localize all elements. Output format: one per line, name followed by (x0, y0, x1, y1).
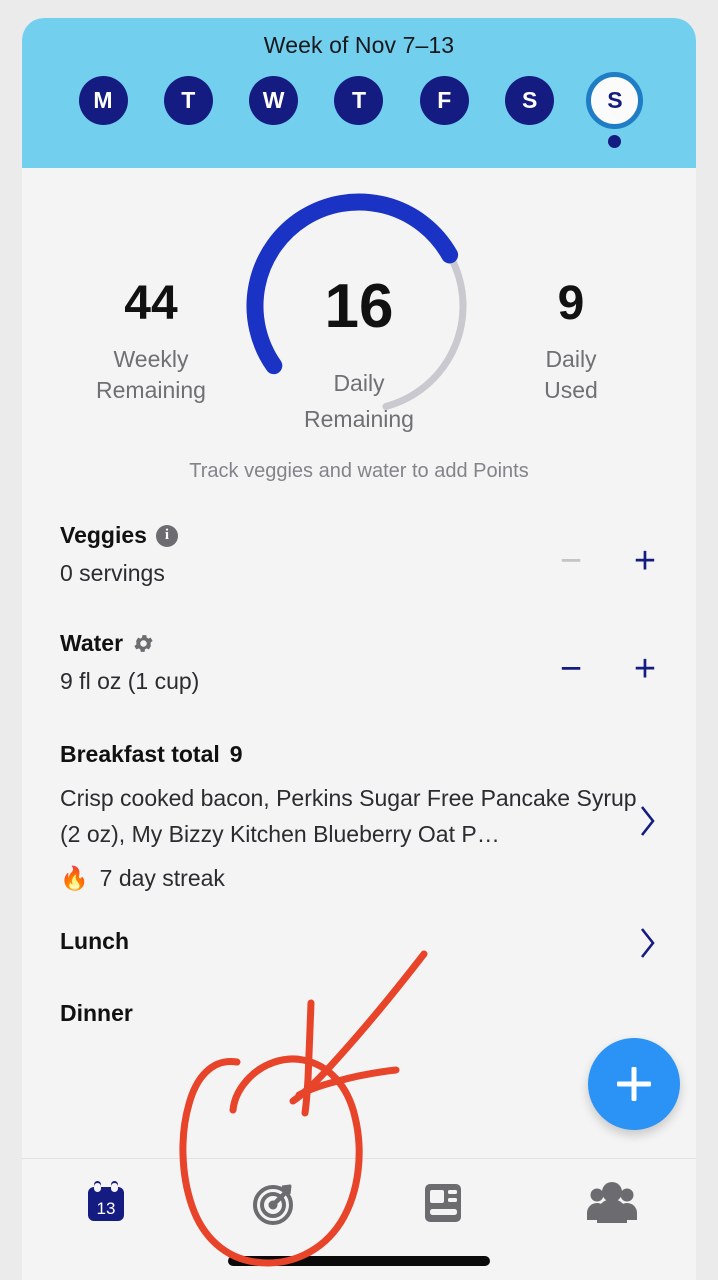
tracker-list: Veggies i 0 servings − + Water 9 fl oz (… (22, 522, 696, 1027)
meal-row-lunch[interactable]: Lunch (22, 927, 696, 958)
day-letter: M (78, 76, 128, 125)
veggies-label: Veggies (60, 522, 147, 548)
veggies-increment-button[interactable]: + (628, 542, 662, 580)
breakfast-items: Crisp cooked bacon, Perkins Sugar Free P… (60, 785, 637, 848)
water-decrement-button[interactable]: − (554, 650, 588, 688)
day-selector: M T W T F S S (22, 72, 696, 148)
weekly-remaining-value: 44 (124, 277, 178, 330)
water-label: Water (60, 630, 124, 656)
day-pill-thursday[interactable]: T (333, 76, 385, 148)
dinner-label: Dinner (60, 999, 133, 1026)
calendar-day-number: 13 (97, 1199, 116, 1218)
plus-icon (617, 1067, 651, 1101)
day-letter: W (249, 76, 299, 125)
day-pill-sunday[interactable]: S (586, 72, 644, 148)
water-increment-button[interactable]: + (628, 650, 662, 688)
lunch-chevron-icon[interactable] (638, 926, 658, 965)
breakfast-title-wrap: Breakfast total 9 (60, 741, 658, 768)
day-letter: S (586, 72, 644, 129)
weekly-remaining-label: Weekly Remaining (96, 346, 206, 404)
breakfast-chevron-icon[interactable] (638, 804, 658, 843)
veggies-decrement-button[interactable]: − (554, 542, 588, 580)
flame-icon: 🔥 (60, 864, 89, 891)
tracker-row-water: Water 9 fl oz (1 cup) − + (22, 630, 696, 695)
day-pill-monday[interactable]: M (77, 76, 129, 148)
home-indicator (228, 1256, 490, 1266)
day-letter: T (163, 76, 213, 125)
weekly-remaining-stat: 44 Weekly Remaining (66, 280, 236, 406)
daily-used-label: Daily Used (544, 346, 598, 404)
calendar-icon: 13 (88, 1181, 125, 1221)
water-stepper: − + (554, 650, 662, 688)
breakfast-streak: 🔥 7 day streak (60, 865, 658, 892)
tracker-row-veggies: Veggies i 0 servings − + (22, 522, 696, 587)
article-icon (425, 1184, 462, 1222)
lunch-label: Lunch (60, 927, 129, 954)
week-title: Week of Nov 7–13 (263, 32, 455, 58)
phone-screen: Week of Nov 7–13 M T W T F S S 44 Weekly… (22, 18, 696, 1280)
target-icon (252, 1184, 293, 1225)
day-letter: T (334, 76, 384, 125)
week-header: Week of Nov 7–13 M T W T F S S (22, 18, 696, 168)
nav-item-community[interactable] (528, 1177, 697, 1229)
gear-icon-svg (134, 635, 153, 652)
day-pill-friday[interactable]: F (418, 76, 470, 148)
daily-remaining-value: 16 (324, 272, 394, 341)
community-icon (586, 1182, 637, 1223)
info-icon[interactable]: i (155, 524, 178, 547)
breakfast-points: 9 (229, 741, 243, 767)
day-letter: F (419, 76, 469, 125)
nav-item-articles[interactable] (359, 1177, 528, 1229)
daily-remaining-label: Daily Remaining (304, 370, 414, 432)
streak-label: 7 day streak (99, 864, 225, 891)
add-food-fab[interactable] (588, 1038, 680, 1130)
daily-used-stat: 9 Daily Used (486, 280, 656, 406)
gear-icon[interactable] (132, 632, 155, 655)
nav-item-calendar[interactable]: 13 (22, 1177, 191, 1229)
veggies-stepper: − + (554, 542, 662, 580)
nav-item-plan[interactable] (191, 1177, 360, 1229)
meal-row-dinner[interactable]: Dinner (22, 1000, 696, 1027)
daily-used-value: 9 (557, 277, 585, 330)
points-summary: 44 Weekly Remaining 16 Daily Remaining 9… (22, 168, 696, 508)
breakfast-label: Breakfast total (60, 741, 220, 767)
day-pill-saturday[interactable]: S (504, 76, 556, 148)
day-pill-wednesday[interactable]: W (248, 76, 300, 148)
meal-row-breakfast[interactable]: Breakfast total 9 Crisp cooked bacon, Per… (22, 741, 696, 892)
selected-day-dot (608, 135, 622, 148)
day-letter: S (505, 76, 555, 125)
day-pill-tuesday[interactable]: T (162, 76, 214, 148)
tracking-hint: Track veggies and water to add Points (189, 460, 529, 482)
